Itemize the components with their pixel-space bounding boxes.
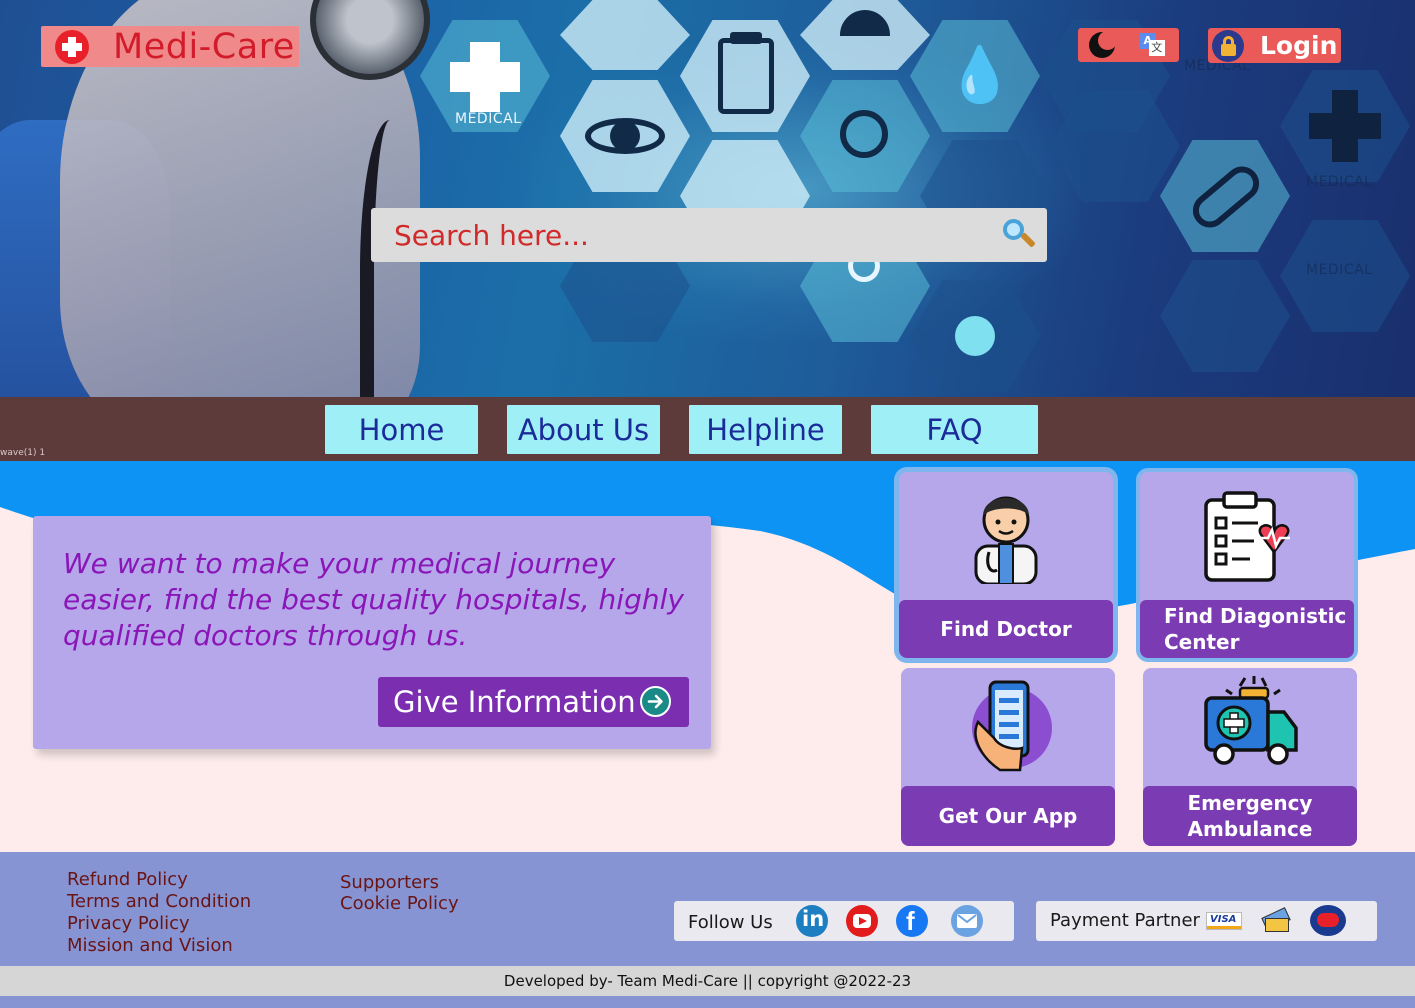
footer: Refund Policy Terms and Condition Privac… bbox=[0, 852, 1415, 966]
emergency-ambulance-label: Emergency Ambulance bbox=[1143, 786, 1357, 846]
get-our-app-label: Get Our App bbox=[901, 786, 1115, 846]
copyright-bar: Developed by- Team Medi-Care || copyrigh… bbox=[0, 966, 1415, 996]
nav-faq[interactable]: FAQ bbox=[871, 405, 1038, 454]
youtube-icon[interactable] bbox=[846, 905, 878, 937]
footer-link-refund-policy[interactable]: Refund Policy bbox=[67, 869, 188, 891]
arrow-right-icon bbox=[640, 686, 671, 717]
payment-partner-label: Payment Partner bbox=[1050, 910, 1200, 931]
card-icon bbox=[1261, 907, 1291, 934]
mastercard-icon bbox=[1310, 905, 1346, 936]
linkedin-icon[interactable]: in bbox=[796, 905, 828, 937]
hex-tile bbox=[1160, 260, 1290, 372]
footer-link-mission-vision[interactable]: Mission and Vision bbox=[67, 935, 233, 957]
medical-tag: MEDICAL bbox=[1306, 262, 1373, 278]
copyright-text: Developed by- Team Medi-Care || copyrigh… bbox=[503, 972, 912, 990]
find-diagnostic-center-card[interactable]: Find Diagonistic Center bbox=[1140, 472, 1354, 658]
login-label: Login bbox=[1260, 31, 1338, 60]
moon-icon[interactable] bbox=[1091, 31, 1118, 56]
smartphone-icon bbox=[972, 680, 1052, 772]
facebook-icon[interactable]: f bbox=[896, 905, 928, 937]
footer-link-supporters[interactable]: Supporters bbox=[340, 872, 439, 894]
find-diagnostic-center-label: Find Diagonistic Center bbox=[1140, 600, 1354, 658]
mail-icon[interactable] bbox=[951, 905, 983, 937]
login-button[interactable]: Login bbox=[1208, 28, 1341, 63]
footer-link-cookie-policy[interactable]: Cookie Policy bbox=[340, 893, 459, 915]
ambulance-icon bbox=[1204, 676, 1298, 765]
mission-text: We want to make your medical journey eas… bbox=[63, 547, 684, 652]
footer-link-terms[interactable]: Terms and Condition bbox=[67, 891, 251, 913]
nav-about-us[interactable]: About Us bbox=[507, 405, 660, 454]
follow-us-box: Follow Us in f bbox=[674, 901, 1014, 941]
search-bar bbox=[371, 208, 1047, 262]
translate-icon[interactable]: A文 bbox=[1139, 33, 1166, 57]
payment-partner-box: Payment Partner VISA bbox=[1036, 901, 1377, 941]
give-information-button[interactable]: Give Information bbox=[378, 677, 689, 727]
hex-tile bbox=[1280, 70, 1410, 182]
search-icon[interactable] bbox=[1003, 219, 1036, 249]
mission-card: We want to make your medical journey eas… bbox=[33, 516, 711, 749]
find-doctor-card[interactable]: Find Doctor bbox=[899, 472, 1113, 658]
hex-tile bbox=[1160, 140, 1290, 252]
get-our-app-card[interactable]: Get Our App bbox=[901, 668, 1115, 846]
hero-banner: MEDICAL 💧 MEDICAL MEDICAL MEDICAL Medi-C bbox=[0, 0, 1415, 397]
header-tools: A文 bbox=[1078, 28, 1179, 62]
medical-tag: MEDICAL bbox=[455, 111, 522, 127]
medical-tag: MEDICAL bbox=[1306, 174, 1373, 190]
medical-plus-icon bbox=[55, 29, 89, 64]
logo-text: Medi-Care bbox=[113, 26, 295, 67]
visa-icon: VISA bbox=[1206, 912, 1242, 930]
nav-helpline[interactable]: Helpline bbox=[689, 405, 842, 454]
site-logo[interactable]: Medi-Care bbox=[41, 26, 299, 67]
main-nav: Home About Us Helpline FAQ wave(1) 1 bbox=[0, 397, 1415, 461]
search-input[interactable] bbox=[394, 218, 984, 252]
give-information-label: Give Information bbox=[393, 685, 636, 719]
follow-us-label: Follow Us bbox=[688, 912, 773, 933]
doctor-icon bbox=[974, 496, 1038, 584]
bottom-strip bbox=[0, 996, 1415, 1008]
find-doctor-label: Find Doctor bbox=[899, 600, 1113, 658]
wave-caption: wave(1) 1 bbox=[0, 448, 46, 458]
nav-home[interactable]: Home bbox=[325, 405, 478, 454]
emergency-ambulance-card[interactable]: Emergency Ambulance bbox=[1143, 668, 1357, 846]
lock-icon bbox=[1212, 29, 1244, 62]
footer-link-privacy-policy[interactable]: Privacy Policy bbox=[67, 913, 190, 935]
clipboard-heartbeat-icon bbox=[1204, 491, 1290, 582]
